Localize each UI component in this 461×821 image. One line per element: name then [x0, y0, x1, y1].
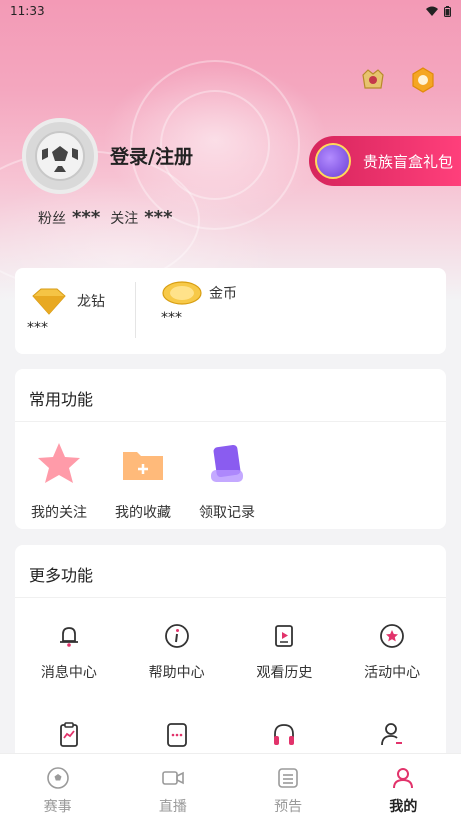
header-actions	[359, 66, 437, 94]
info-icon	[164, 624, 189, 648]
vip-badge-icon[interactable]	[359, 66, 387, 94]
claim-record-item[interactable]: 领取记录	[195, 440, 259, 522]
my-follow-label: 我的关注	[31, 505, 87, 521]
tab-matches-label: 赛事	[43, 799, 72, 815]
common-functions-title: 常用功能	[15, 369, 446, 422]
watch-history-item[interactable]: 观看历史	[231, 622, 339, 682]
camera-icon	[162, 771, 184, 785]
fans-label: 粉丝	[38, 211, 66, 227]
more-functions-title: 更多功能	[15, 545, 446, 598]
tab-preview-label: 预告	[274, 799, 303, 815]
my-favorites-item[interactable]: 我的收藏	[111, 440, 175, 522]
user-edit-icon	[381, 723, 403, 746]
video-history-icon	[275, 625, 294, 647]
diamond-balance[interactable]: 龙钻 ***	[27, 286, 105, 336]
avatar[interactable]	[22, 118, 98, 194]
coin-icon	[162, 281, 202, 305]
user-icon	[393, 768, 414, 789]
list-icon	[278, 768, 298, 788]
help-center-item[interactable]: 帮助中心	[123, 622, 231, 682]
message-center-item[interactable]: 消息中心	[15, 622, 123, 682]
gift-box-icon	[315, 143, 351, 179]
diamond-icon	[32, 288, 66, 315]
claim-record-label: 领取记录	[199, 505, 255, 521]
follow-value: ***	[144, 207, 173, 228]
soccer-ball-icon	[46, 767, 69, 789]
tab-live[interactable]: 直播	[115, 754, 230, 821]
tab-live-label: 直播	[158, 799, 187, 815]
coin-balance[interactable]: 金币 ***	[161, 280, 237, 326]
login-register-link[interactable]: 登录/注册	[110, 142, 193, 169]
watch-history-label: 观看历史	[256, 665, 313, 681]
bell-icon	[59, 627, 78, 647]
fans-follow-row: 粉丝 *** 关注 ***	[38, 207, 177, 228]
diamond-value: ***	[27, 320, 48, 336]
message-center-label: 消息中心	[40, 665, 97, 681]
bottom-tab-bar: 赛事 直播 预告 我的	[0, 753, 461, 821]
activity-star-icon	[380, 624, 405, 648]
wifi-icon	[426, 6, 438, 16]
common-functions-card: 常用功能 我的关注 我的收藏 领取记录	[15, 369, 446, 529]
activity-center-label: 活动中心	[364, 665, 421, 681]
my-follow-item[interactable]: 我的关注	[27, 440, 91, 522]
headset-icon	[274, 724, 295, 745]
record-icon	[211, 444, 243, 482]
status-bar: 11:33	[0, 0, 461, 22]
wallet-divider	[135, 282, 136, 338]
noble-gift-banner[interactable]: 贵族盲盒礼包	[309, 136, 461, 186]
fans-value: ***	[72, 207, 101, 228]
diamond-label: 龙钻	[77, 294, 105, 310]
star-icon	[38, 443, 80, 483]
folder-icon	[123, 452, 163, 480]
status-icons	[426, 5, 451, 17]
my-favorites-label: 我的收藏	[115, 505, 171, 521]
gift-banner-label: 贵族盲盒礼包	[363, 152, 454, 171]
battery-icon	[444, 5, 451, 17]
coin-value: ***	[161, 310, 182, 326]
tab-mine-label: 我的	[389, 799, 418, 815]
tab-preview[interactable]: 预告	[231, 754, 346, 821]
tab-matches[interactable]: 赛事	[0, 754, 115, 821]
clipboard-chart-icon	[59, 722, 78, 747]
more-functions-card: 更多功能 消息中心 帮助中心 观看历史 活动中心	[15, 545, 446, 765]
wallet-card: 龙钻 *** 金币 ***	[15, 268, 446, 354]
follow-label: 关注	[110, 211, 139, 227]
coin-label: 金币	[209, 286, 237, 302]
status-time: 11:33	[10, 4, 45, 18]
settings-gear-icon[interactable]	[409, 66, 437, 94]
activity-center-item[interactable]: 活动中心	[338, 622, 446, 682]
tab-mine[interactable]: 我的	[346, 754, 461, 821]
soccer-ball-avatar-icon	[35, 131, 85, 181]
help-center-label: 帮助中心	[148, 665, 205, 681]
chat-dots-icon	[166, 723, 187, 747]
